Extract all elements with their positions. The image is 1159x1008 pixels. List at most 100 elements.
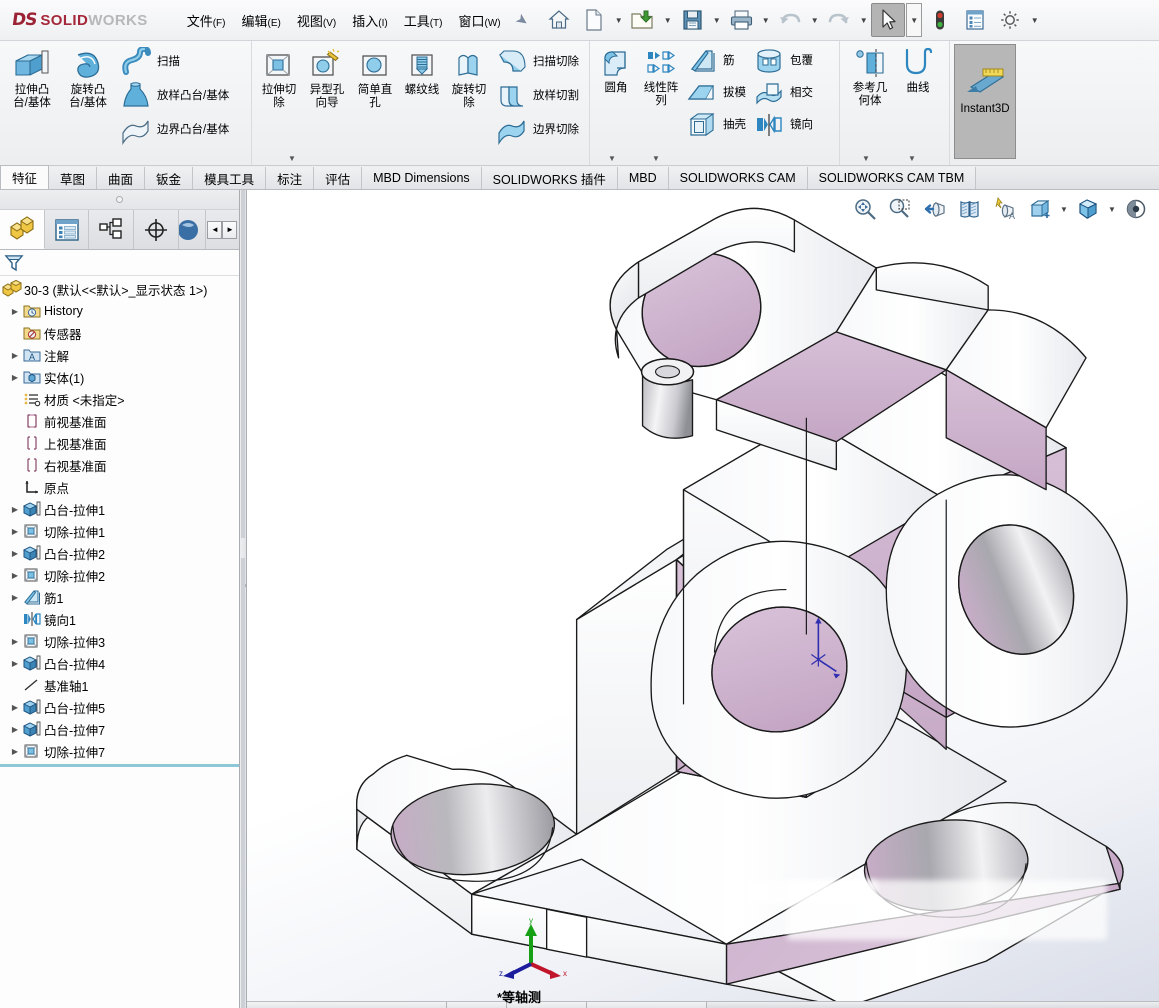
hide-show-items-caret-icon[interactable]: ▼ bbox=[1106, 192, 1118, 226]
expand-arrow-icon[interactable]: ▶ bbox=[8, 549, 22, 558]
tree-node-annotations[interactable]: ▶ A 注解 bbox=[0, 344, 239, 366]
apply-scene-icon[interactable] bbox=[1119, 192, 1153, 226]
new-document-caret-icon[interactable]: ▼ bbox=[612, 3, 625, 37]
save-caret-icon[interactable]: ▼ bbox=[710, 3, 723, 37]
print-icon[interactable] bbox=[724, 3, 758, 37]
tree-node-boss-extrude4[interactable]: ▶ 凸台-拉伸4 bbox=[0, 652, 239, 674]
zoom-to-fit-icon[interactable] bbox=[848, 192, 882, 226]
tree-node-right-plane[interactable]: 右视基准面 bbox=[0, 454, 239, 476]
tree-node-origin[interactable]: 原点 bbox=[0, 476, 239, 498]
boundary-boss-command[interactable]: 边界凸台/基体 bbox=[116, 113, 234, 147]
tree-node-mirror1[interactable]: 镜向1 bbox=[0, 608, 239, 630]
zoom-to-area-icon[interactable] bbox=[883, 192, 917, 226]
display-style-caret-icon[interactable]: ▼ bbox=[1058, 192, 1070, 226]
expand-arrow-icon[interactable]: ▶ bbox=[8, 307, 22, 316]
tab-solidworks-cam[interactable]: SOLIDWORKS CAM bbox=[669, 167, 808, 189]
hide-show-items-icon[interactable] bbox=[1071, 192, 1105, 226]
tree-node-material[interactable]: 材质 <未指定> bbox=[0, 388, 239, 410]
display-style-icon[interactable] bbox=[1023, 192, 1057, 226]
view-orientation-icon[interactable]: A bbox=[988, 192, 1022, 226]
tab-mold-tools[interactable]: 模具工具 bbox=[193, 167, 266, 189]
menu-file[interactable]: 文件(F) bbox=[180, 7, 233, 34]
curves-command[interactable]: 曲线 bbox=[896, 45, 940, 97]
mirror-command[interactable]: 镜向 bbox=[751, 109, 818, 141]
feature-tree-filter-input[interactable] bbox=[28, 256, 235, 270]
features-group-expand-caret-icon[interactable]: ▼ bbox=[608, 154, 616, 163]
tab-mbd-dimensions[interactable]: MBD Dimensions bbox=[362, 167, 482, 189]
dimxpert-manager-tab[interactable] bbox=[134, 210, 179, 249]
intersect-command[interactable]: 相交 bbox=[751, 77, 818, 109]
expand-arrow-icon[interactable]: ▶ bbox=[8, 703, 22, 712]
tab-sheetmetal[interactable]: 钣金 bbox=[145, 167, 193, 189]
tab-evaluate[interactable]: 评估 bbox=[314, 167, 362, 189]
tree-node-history[interactable]: ▶ History bbox=[0, 300, 239, 322]
home-icon[interactable] bbox=[542, 3, 576, 37]
expand-arrow-icon[interactable]: ▶ bbox=[8, 373, 22, 382]
reference-group-expand-caret-icon[interactable]: ▼ bbox=[862, 154, 870, 163]
tab-solidworks-cam-tbm[interactable]: SOLIDWORKS CAM TBM bbox=[808, 167, 977, 189]
tree-node-boss-extrude5[interactable]: ▶ 凸台-拉伸5 bbox=[0, 696, 239, 718]
tree-node-axis1[interactable]: 基准轴1 bbox=[0, 674, 239, 696]
options-list-icon[interactable] bbox=[958, 3, 992, 37]
print-caret-icon[interactable]: ▼ bbox=[759, 3, 772, 37]
pushpin-icon[interactable]: ➤ bbox=[512, 9, 533, 31]
pattern-group-expand-caret-icon[interactable]: ▼ bbox=[652, 154, 660, 163]
undo-caret-icon[interactable]: ▼ bbox=[808, 3, 821, 37]
sweep-command[interactable]: 扫描 bbox=[116, 45, 234, 79]
instant3d-toggle[interactable]: Instant3D bbox=[954, 44, 1016, 159]
menu-tools[interactable]: 工具(T) bbox=[397, 7, 450, 34]
undo-icon[interactable] bbox=[773, 3, 807, 37]
menu-edit[interactable]: 编辑(E) bbox=[235, 7, 288, 34]
tree-node-sensors[interactable]: 传感器 bbox=[0, 322, 239, 344]
expand-arrow-icon[interactable]: ▶ bbox=[8, 659, 22, 668]
settings-gear-caret-icon[interactable]: ▼ bbox=[1028, 3, 1041, 37]
sweep-cut-command[interactable]: 扫描切除 bbox=[492, 45, 584, 79]
tree-node-boss-extrude2[interactable]: ▶ 凸台-拉伸2 bbox=[0, 542, 239, 564]
tab-annotation[interactable]: 标注 bbox=[266, 167, 314, 189]
menu-window[interactable]: 窗口(W) bbox=[451, 7, 507, 34]
graphics-area[interactable]: A ▼ ▼ bbox=[247, 190, 1159, 1008]
open-folder-caret-icon[interactable]: ▼ bbox=[661, 3, 674, 37]
boundary-cut-command[interactable]: 边界切除 bbox=[492, 113, 584, 147]
settings-gear-icon[interactable] bbox=[993, 3, 1027, 37]
reference-geometry-command[interactable]: 参考几何体 bbox=[844, 45, 896, 110]
panel-tab-prev-button[interactable]: ◄ bbox=[207, 221, 222, 239]
extrude-cut-command[interactable]: 拉伸切除 bbox=[256, 45, 302, 112]
save-icon[interactable] bbox=[675, 3, 709, 37]
extrude-boss-command[interactable]: 拉伸凸台/基体 bbox=[4, 45, 60, 112]
tree-node-rib1[interactable]: ▶ 筋1 bbox=[0, 586, 239, 608]
tab-solidworks-addins[interactable]: SOLIDWORKS 插件 bbox=[482, 167, 618, 189]
select-cursor-caret-icon[interactable]: ▼ bbox=[906, 3, 922, 37]
shell-command[interactable]: 抽壳 bbox=[684, 109, 751, 141]
linear-pattern-command[interactable]: 线性阵列 bbox=[638, 45, 684, 110]
rib-command[interactable]: 筋 bbox=[684, 45, 751, 77]
property-manager-tab[interactable] bbox=[45, 210, 90, 249]
simple-hole-command[interactable]: 简单直孔 bbox=[352, 45, 398, 112]
revolve-cut-command[interactable]: 旋转切除 bbox=[446, 45, 492, 112]
curves-group-expand-caret-icon[interactable]: ▼ bbox=[908, 154, 916, 163]
configuration-manager-tab[interactable] bbox=[89, 210, 134, 249]
cut-group-expand-caret-icon[interactable]: ▼ bbox=[288, 154, 296, 163]
open-folder-icon[interactable] bbox=[626, 3, 660, 37]
status-slab-4[interactable] bbox=[587, 1002, 707, 1008]
tree-node-cut-extrude1[interactable]: ▶ 切除-拉伸1 bbox=[0, 520, 239, 542]
tab-mbd[interactable]: MBD bbox=[618, 167, 669, 189]
revolve-boss-command[interactable]: 旋转凸台/基体 bbox=[60, 45, 116, 112]
wrap-command[interactable]: 包覆 bbox=[751, 45, 818, 77]
select-cursor-icon[interactable] bbox=[871, 3, 905, 37]
menu-view[interactable]: 视图(V) bbox=[290, 7, 343, 34]
tree-node-boss-extrude1[interactable]: ▶ 凸台-拉伸1 bbox=[0, 498, 239, 520]
tree-node-cut-extrude3[interactable]: ▶ 切除-拉伸3 bbox=[0, 630, 239, 652]
section-view-icon[interactable] bbox=[953, 192, 987, 226]
tree-node-top-plane[interactable]: 上视基准面 bbox=[0, 432, 239, 454]
loft-cut-command[interactable]: 放样切割 bbox=[492, 79, 584, 113]
expand-arrow-icon[interactable]: ▶ bbox=[8, 527, 22, 536]
tree-node-boss-extrude7[interactable]: ▶ 凸台-拉伸7 bbox=[0, 718, 239, 740]
status-slab-1[interactable] bbox=[247, 1002, 447, 1008]
tree-node-solid-bodies[interactable]: ▶ 实体(1) bbox=[0, 366, 239, 388]
fillet-command[interactable]: 圆角 bbox=[594, 45, 638, 97]
expand-arrow-icon[interactable]: ▶ bbox=[8, 593, 22, 602]
hole-wizard-command[interactable]: 异型孔向导 bbox=[302, 45, 352, 112]
new-document-icon[interactable] bbox=[577, 3, 611, 37]
menu-insert[interactable]: 插入(I) bbox=[345, 7, 394, 34]
